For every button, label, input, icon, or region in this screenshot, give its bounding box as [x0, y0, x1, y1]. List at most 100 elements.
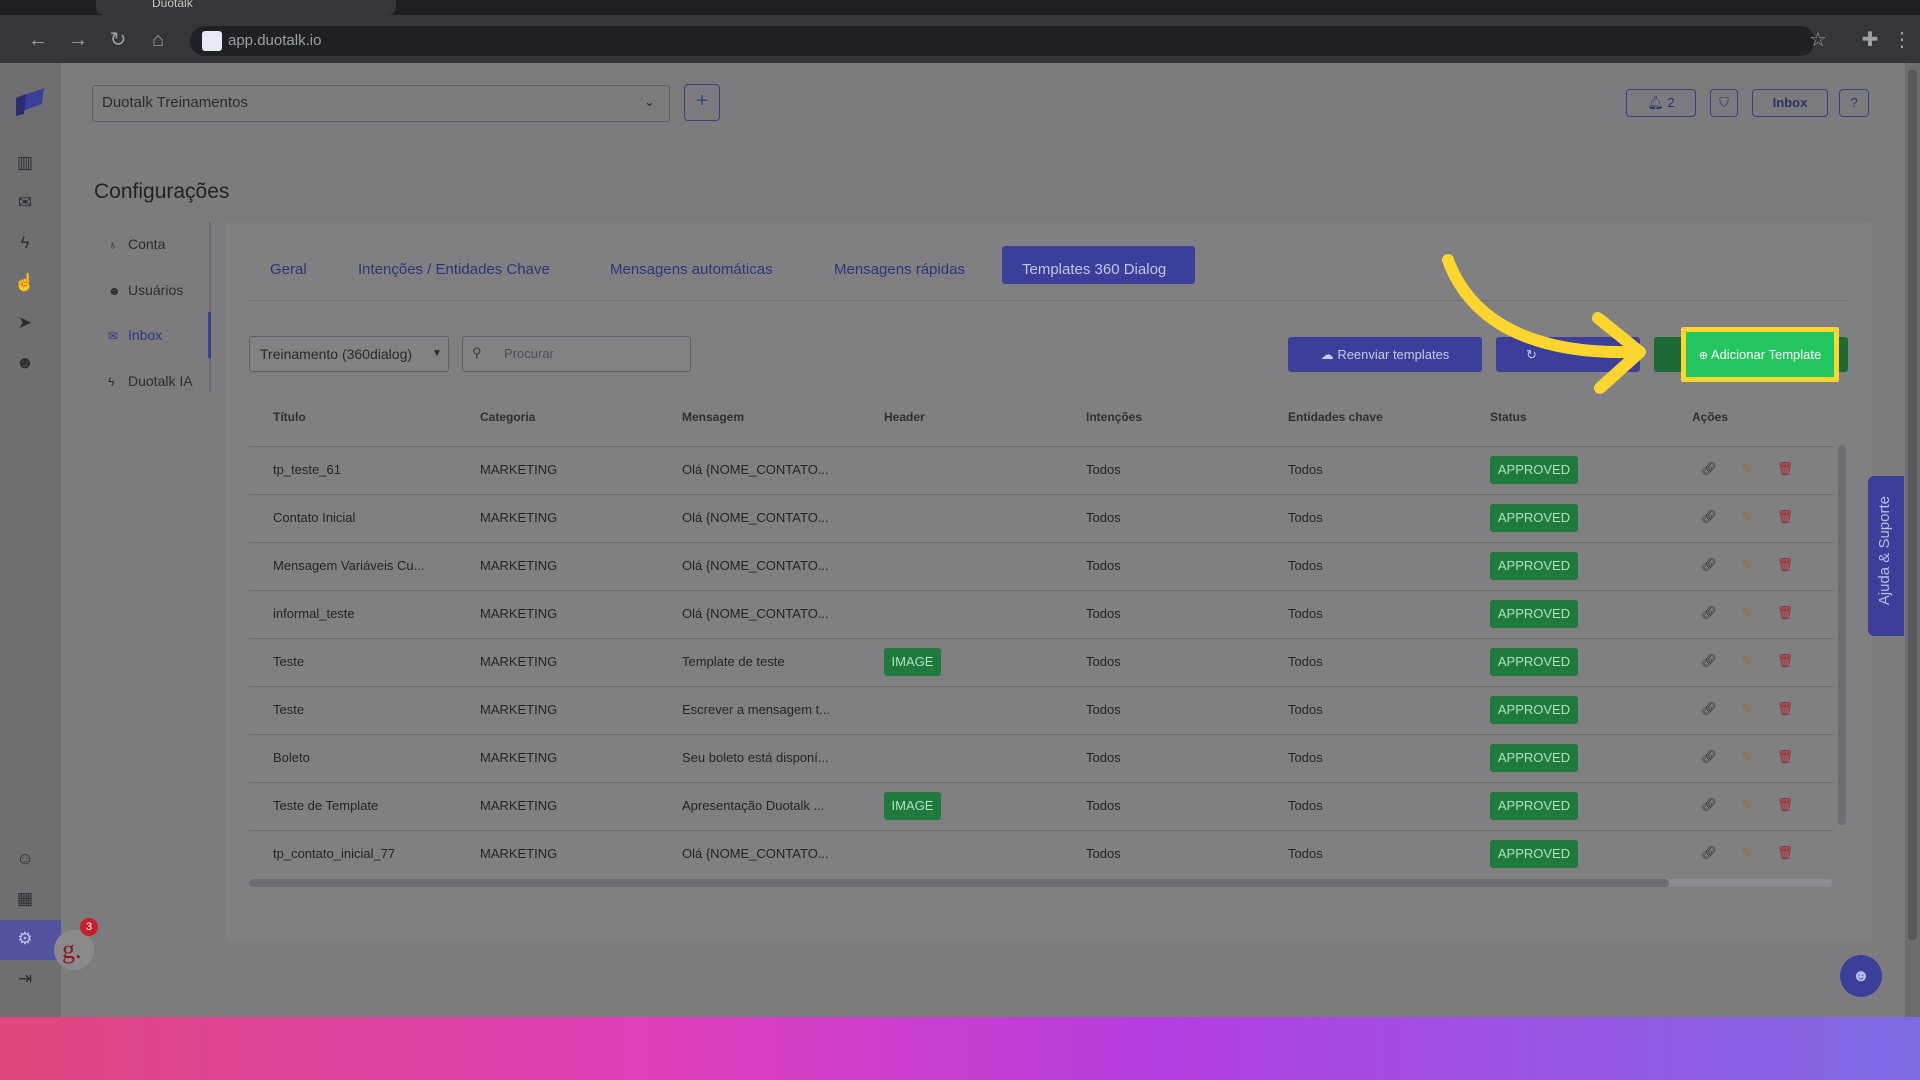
help-button[interactable]: ? [1839, 89, 1869, 117]
delete-icon[interactable]: 🗑︎ [1776, 509, 1794, 525]
menu-item-conta[interactable]: ♁ Conta [108, 233, 165, 255]
delete-icon[interactable]: 🗑︎ [1776, 701, 1794, 717]
cell-message: Escrever a mensagem t... [682, 702, 831, 717]
shield-button[interactable]: ⛉ [1710, 89, 1738, 117]
notifications-button[interactable]: 🔔︎ 2 [1626, 89, 1696, 117]
settings-gear-icon[interactable]: ⚙ [12, 926, 38, 952]
cell-intents: Todos [1086, 606, 1121, 621]
dashboard-chart-icon[interactable]: ▥ [12, 150, 38, 176]
cell-entities: Todos [1288, 510, 1323, 525]
send-icon[interactable]: ➤ [12, 310, 38, 336]
cell-entities: Todos [1288, 462, 1323, 477]
inbox-header-button[interactable]: Inbox [1752, 89, 1828, 117]
cell-entities: Todos [1288, 846, 1323, 861]
th-status[interactable]: Status [1490, 410, 1527, 424]
tab-templates-360[interactable]: Templates 360 Dialog [1022, 256, 1166, 284]
link-icon[interactable]: 🔗︎ [1700, 797, 1718, 813]
add-template-button[interactable]: ⊕ Adicionar Template [1681, 327, 1839, 382]
extensions-icon[interactable]: ✚ [1858, 28, 1882, 52]
reload-icon[interactable]: ↻ [106, 28, 130, 52]
logout-icon[interactable]: ⇥ [12, 966, 38, 992]
thumbs-up-icon[interactable]: ☝ [12, 270, 38, 296]
th-categoria[interactable]: Categoria [480, 410, 535, 424]
tab-geral[interactable]: Geral [270, 256, 307, 284]
delete-icon[interactable]: 🗑︎ [1776, 749, 1794, 765]
edit-icon[interactable]: ✎ [1738, 557, 1756, 573]
table-vertical-scrollbar[interactable] [1838, 445, 1846, 825]
status-badge: APPROVED [1490, 696, 1578, 724]
delete-icon[interactable]: 🗑︎ [1776, 557, 1794, 573]
delete-icon[interactable]: 🗑︎ [1776, 605, 1794, 621]
th-intencoes[interactable]: Intenções [1086, 410, 1142, 424]
delete-icon[interactable]: 🗑︎ [1776, 461, 1794, 477]
tab-mensagens-automaticas[interactable]: Mensagens automáticas [610, 256, 773, 284]
profile-icon[interactable]: ☺ [12, 846, 38, 872]
cell-category: MARKETING [480, 510, 558, 525]
forward-icon[interactable]: → [66, 28, 90, 52]
browser-menu-icon[interactable]: ⋮ [1890, 28, 1914, 52]
add-company-button[interactable]: + [684, 84, 720, 121]
edit-icon[interactable]: ✎ [1738, 605, 1756, 621]
address-url[interactable]: app.duotalk.io [228, 32, 321, 49]
edit-icon[interactable]: ✎ [1738, 845, 1756, 861]
bookmark-star-icon[interactable]: ☆ [1806, 28, 1830, 52]
users-icon: ☻ [108, 284, 121, 298]
status-badge: APPROVED [1490, 744, 1578, 772]
chevron-down-icon: ⌄ [644, 94, 655, 109]
delete-icon[interactable]: 🗑︎ [1776, 797, 1794, 813]
link-icon[interactable]: 🔗︎ [1700, 605, 1718, 621]
menu-item-inbox[interactable]: ✉ Inbox [108, 324, 162, 346]
browser-tab[interactable] [96, 0, 396, 15]
cell-message: Olá {NOME_CONTATO... [682, 846, 829, 861]
team-chat-icon[interactable]: ☻ [1840, 955, 1882, 997]
inbox-icon[interactable]: ✉ [12, 190, 38, 216]
edit-icon[interactable]: ✎ [1738, 749, 1756, 765]
shield-icon: ⛉ [1719, 95, 1729, 110]
cell-category: MARKETING [480, 702, 558, 717]
automation-bolt-icon[interactable]: ϟ [12, 230, 38, 256]
address-bar[interactable] [190, 26, 1815, 56]
link-icon[interactable]: 🔗︎ [1700, 509, 1718, 525]
cell-intents: Todos [1086, 654, 1121, 669]
cell-category: MARKETING [480, 654, 558, 669]
link-icon[interactable]: 🔗︎ [1700, 461, 1718, 477]
link-icon[interactable]: 🔗︎ [1700, 701, 1718, 717]
tab-mensagens-rapidas[interactable]: Mensagens rápidas [834, 256, 965, 284]
status-badge: APPROVED [1490, 456, 1578, 484]
link-icon[interactable]: 🔗︎ [1700, 653, 1718, 669]
edit-icon[interactable]: ✎ [1738, 701, 1756, 717]
cell-category: MARKETING [480, 750, 558, 765]
cell-title: tp_contato_inicial_77 [273, 846, 396, 861]
edit-icon[interactable]: ✎ [1738, 509, 1756, 525]
link-icon[interactable]: 🔗︎ [1700, 557, 1718, 573]
link-icon[interactable]: 🔗︎ [1700, 749, 1718, 765]
contacts-icon[interactable]: ☻ [12, 350, 38, 376]
edit-icon[interactable]: ✎ [1738, 653, 1756, 669]
page-scrollbar-thumb[interactable] [1908, 70, 1917, 940]
th-entidades[interactable]: Entidades chave [1288, 410, 1383, 424]
th-header[interactable]: Header [884, 410, 925, 424]
cell-intents: Todos [1086, 846, 1121, 861]
horizontal-scrollbar-thumb[interactable] [249, 879, 1669, 887]
help-support-tab[interactable]: Ajuda & Suporte [1868, 476, 1904, 636]
duotalk-logo-icon[interactable] [14, 84, 48, 118]
header-badge: IMAGE [884, 792, 941, 820]
status-badge: APPROVED [1490, 792, 1578, 820]
tab-intencoes[interactable]: Intenções / Entidades Chave [358, 256, 550, 284]
edit-icon[interactable]: ✎ [1738, 797, 1756, 813]
th-titulo[interactable]: Título [273, 410, 306, 424]
edit-icon[interactable]: ✎ [1738, 461, 1756, 477]
link-icon[interactable]: 🔗︎ [1700, 845, 1718, 861]
channel-select-value: Treinamento (360dialog) [260, 346, 413, 362]
menu-item-duotalk-ia[interactable]: ϟ Duotalk IA [108, 370, 193, 392]
th-mensagem[interactable]: Mensagem [682, 410, 744, 424]
cell-title: tp_teste_61 [273, 462, 341, 477]
back-icon[interactable]: ← [26, 28, 50, 52]
delete-icon[interactable]: 🗑︎ [1776, 845, 1794, 861]
apps-grid-icon[interactable]: ▦ [12, 886, 38, 912]
home-icon[interactable]: ⌂ [146, 28, 170, 52]
search-input[interactable] [462, 336, 691, 372]
menu-item-usuarios[interactable]: ☻ Usuários [108, 279, 183, 301]
delete-icon[interactable]: 🗑︎ [1776, 653, 1794, 669]
cell-entities: Todos [1288, 702, 1323, 717]
